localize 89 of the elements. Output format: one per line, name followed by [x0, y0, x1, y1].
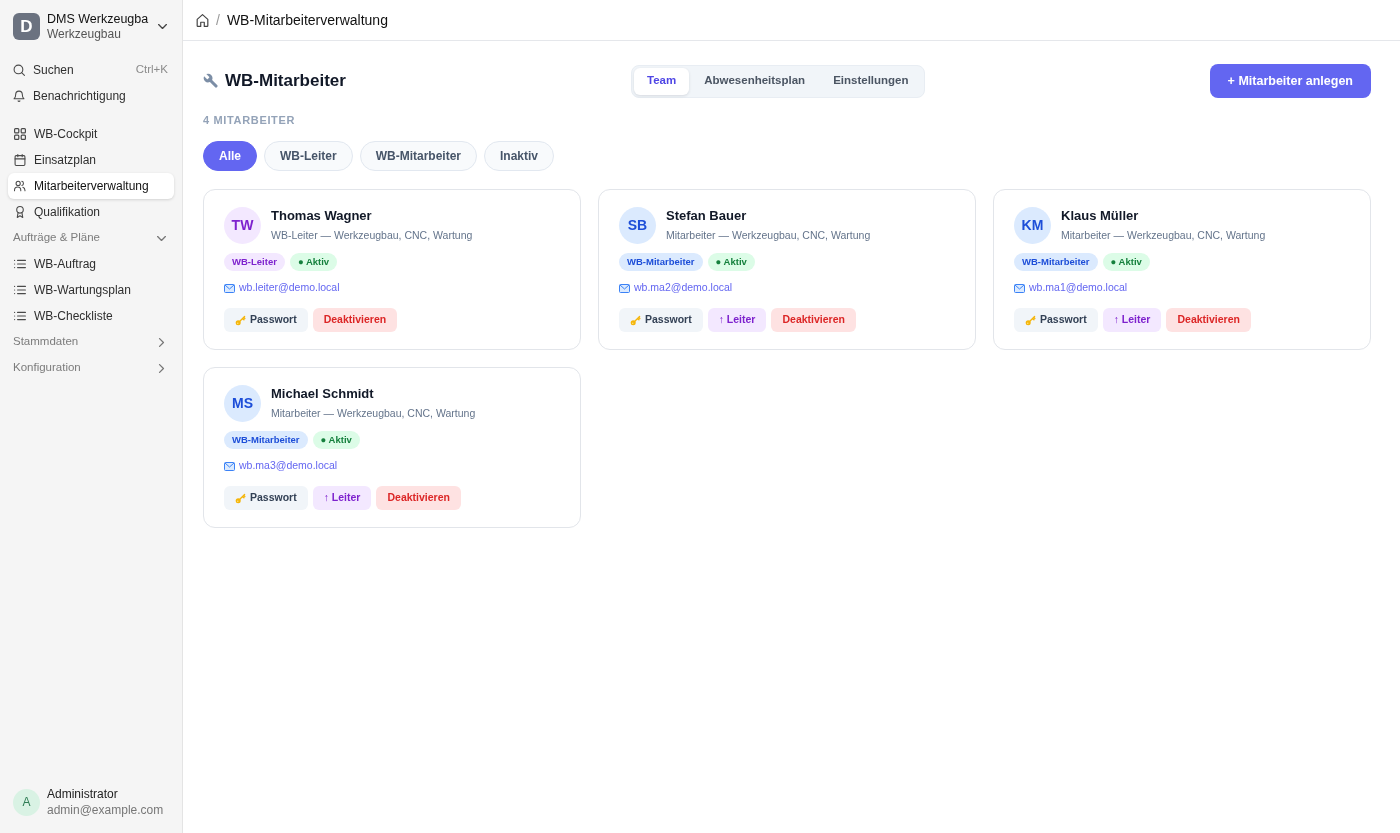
- list-icon: [14, 310, 26, 322]
- status-tag: ● Aktiv: [289, 253, 338, 271]
- email-link[interactable]: wb.leiter@demo.local: [239, 280, 340, 296]
- notification-button[interactable]: Benachrichtigung: [8, 83, 174, 109]
- status-tag: ● Aktiv: [1102, 253, 1150, 271]
- avatar: KM: [1014, 207, 1051, 244]
- sidebar-section[interactable]: Aufträge & Pläne: [8, 225, 174, 251]
- promote-button[interactable]: ↑ Leiter: [312, 486, 372, 510]
- avatar: TW: [224, 207, 261, 244]
- envelope-icon: [619, 283, 630, 293]
- email-link[interactable]: wb.ma3@demo.local: [239, 458, 338, 474]
- sidebar-section[interactable]: Konfiguration: [8, 355, 174, 381]
- chevron-right-icon[interactable]: [157, 363, 166, 373]
- sidebar-item[interactable]: WB-Checkliste: [8, 303, 174, 329]
- filter-chip[interactable]: WB-Mitarbeiter: [359, 141, 478, 171]
- workspace-name: DMS Werkzeugba: [47, 11, 150, 27]
- key-icon: [235, 492, 246, 504]
- promote-button[interactable]: ↑ Leiter: [1102, 308, 1162, 332]
- ribbon-icon: [14, 206, 26, 218]
- key-icon: [235, 314, 246, 326]
- employee-details: Mitarbeiter — Werkzeugbau, CNC, Wartung: [666, 228, 871, 242]
- shortcut-hint: Ctrl+K: [135, 62, 168, 78]
- envelope-icon: [224, 461, 235, 471]
- key-icon: [630, 314, 641, 326]
- password-button[interactable]: Passwort: [224, 486, 308, 510]
- role-tag: WB-Mitarbeiter: [1014, 253, 1098, 271]
- envelope-icon: [1014, 283, 1025, 293]
- employee-name: Thomas Wagner: [271, 208, 373, 224]
- role-tag: WB-Leiter: [224, 253, 285, 271]
- people-icon: [14, 180, 26, 192]
- password-button[interactable]: Passwort: [224, 308, 308, 332]
- sidebar-item[interactable]: Einsatzplan: [8, 147, 174, 173]
- chevron-right-icon[interactable]: [157, 337, 166, 347]
- sidebar-item[interactable]: Mitarbeiterverwaltung: [8, 173, 174, 199]
- sidebar-item[interactable]: WB-Wartungsplan: [8, 277, 174, 303]
- deactivate-button[interactable]: Deaktivieren: [376, 486, 461, 510]
- breadcrumb-separator: /: [216, 10, 220, 30]
- search-button[interactable]: Suchen Ctrl+K: [8, 57, 174, 83]
- tab[interactable]: Team: [633, 67, 690, 95]
- wrench-icon: [203, 73, 219, 89]
- deactivate-button[interactable]: Deaktivieren: [1166, 308, 1251, 332]
- email-link[interactable]: wb.ma2@demo.local: [634, 280, 733, 296]
- password-button[interactable]: Passwort: [1014, 308, 1098, 332]
- email-link[interactable]: wb.ma1@demo.local: [1029, 280, 1128, 296]
- promote-button[interactable]: ↑ Leiter: [707, 308, 767, 332]
- user-name: Administrator: [47, 786, 119, 802]
- sidebar-item[interactable]: WB-Auftrag: [8, 251, 174, 277]
- workspace-subtitle: Werkzeugbau: [47, 26, 122, 42]
- envelope-icon: [224, 283, 235, 293]
- tab[interactable]: Abwesenheitsplan: [691, 67, 819, 95]
- tab[interactable]: Einstellungen: [820, 67, 922, 95]
- employee-name: Klaus Müller: [1061, 208, 1140, 224]
- home-icon[interactable]: [196, 13, 209, 27]
- employee-count: 4 MITARBEITER: [203, 113, 297, 127]
- user-avatar: A: [13, 788, 40, 816]
- sidebar-section[interactable]: Stammdaten: [8, 329, 174, 355]
- workspace-logo: D: [13, 13, 40, 40]
- chevron-down-icon[interactable]: [157, 233, 166, 243]
- employee-details: WB-Leiter — Werkzeugbau, CNC, Wartung: [271, 228, 473, 242]
- page-title: WB-Mitarbeiter: [225, 70, 346, 92]
- role-tag: WB-Mitarbeiter: [619, 253, 703, 271]
- employee-details: Mitarbeiter — Werkzeugbau, CNC, Wartung: [271, 406, 476, 420]
- bell-icon: [13, 90, 25, 102]
- employee-name: Michael Schmidt: [271, 386, 375, 402]
- user-email: admin@example.com: [47, 802, 164, 818]
- list-icon: [14, 284, 26, 296]
- avatar: MS: [224, 385, 261, 422]
- add-employee-button[interactable]: + Mitarbeiter anlegen: [1209, 64, 1371, 98]
- list-icon: [14, 258, 26, 270]
- calendar-icon: [14, 154, 26, 166]
- role-tag: WB-Mitarbeiter: [224, 431, 308, 449]
- deactivate-button[interactable]: Deaktivieren: [312, 308, 398, 332]
- password-button[interactable]: Passwort: [619, 308, 703, 332]
- employee-details: Mitarbeiter — Werkzeugbau, CNC, Wartung: [1061, 228, 1266, 242]
- deactivate-button[interactable]: Deaktivieren: [771, 308, 856, 332]
- status-tag: ● Aktiv: [312, 431, 360, 449]
- filter-chip[interactable]: Alle: [203, 141, 257, 171]
- sidebar-item[interactable]: Qualifikation: [8, 199, 174, 225]
- filter-chip[interactable]: Inaktiv: [484, 141, 555, 171]
- search-icon: [13, 64, 25, 76]
- key-icon: [1025, 314, 1036, 326]
- filter-chip[interactable]: WB-Leiter: [264, 141, 353, 171]
- avatar: SB: [619, 207, 656, 244]
- breadcrumb-current: WB-Mitarbeiterverwaltung: [226, 10, 388, 30]
- grid-icon: [14, 128, 26, 140]
- chevron-down-icon[interactable]: [158, 22, 167, 31]
- sidebar-item[interactable]: WB-Cockpit: [8, 121, 174, 147]
- employee-name: Stefan Bauer: [666, 208, 748, 224]
- status-tag: ● Aktiv: [707, 253, 755, 271]
